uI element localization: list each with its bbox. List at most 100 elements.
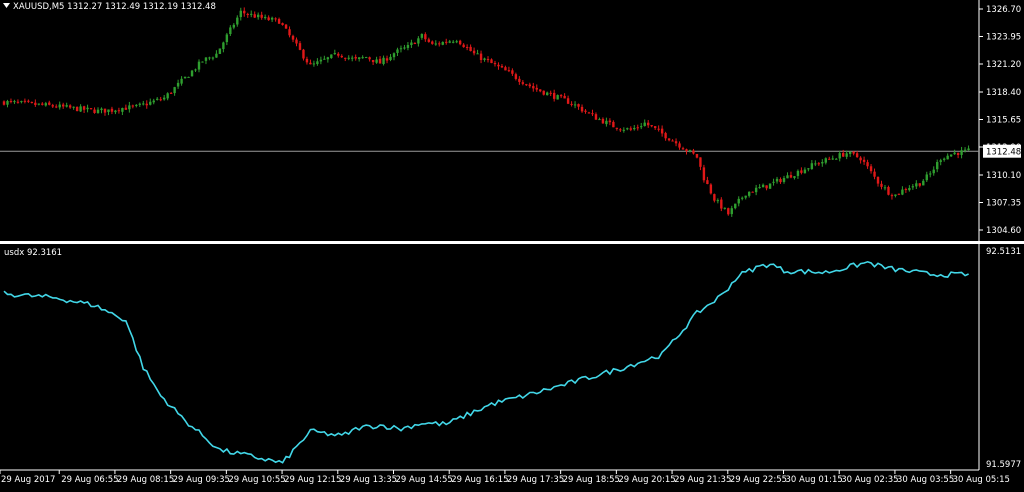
candle-body [688,150,692,152]
candle-body [747,191,751,196]
candle-body [201,61,204,63]
usdx-series-line [3,260,969,464]
candle-body [922,180,925,186]
candle-body [570,103,573,105]
candle-body [720,199,723,209]
candle-body [734,203,737,209]
x-tick-label: 29 Aug 2017 [1,475,55,485]
candle-body [2,101,6,105]
candle-body [789,175,793,178]
candle-body [82,106,86,110]
candle-body [664,133,667,139]
candle-body [646,122,650,126]
candle-body [389,56,392,61]
x-tick-label: 29 Aug 06:55 [61,475,118,485]
candle-body [396,49,399,53]
chart-area: 1326.70 1323.95 1321.20 1318.40 1315.65 1312.… [0,0,1024,485]
candle-body [497,64,500,67]
candle-body [490,59,493,64]
panel-separator[interactable] [0,241,1024,244]
candle-body [552,92,556,99]
candle-body [162,97,166,100]
candle-body [880,183,883,187]
candle-body [800,170,803,173]
candle-body [180,78,183,84]
candle-body [51,105,54,107]
candle-body [281,23,284,25]
candle-body [594,114,598,120]
y-axis: 1326.70 1323.95 1321.20 1318.40 1315.65 1312.… [979,5,1021,470]
candle-body [559,95,563,97]
candle-body [949,154,953,157]
candle-body [817,163,821,165]
candle-body [243,10,246,14]
candle-body [305,58,309,63]
candle-body [239,10,242,18]
window-arrow-icon[interactable] [3,3,10,8]
candle-body [378,58,382,64]
candle-body [765,185,768,189]
candle-body [807,168,810,170]
candle-body [229,27,232,35]
candle-body [375,59,378,63]
candle-body [169,92,173,94]
candle-body [650,125,653,127]
candle-body [368,57,371,60]
candle-body [932,169,935,174]
candle-body [775,178,779,182]
candle-body [908,188,911,191]
candle-body [883,187,887,189]
candle-body [956,152,960,155]
candle-body [939,160,942,162]
candle-body [911,186,915,188]
candle-body [577,104,580,107]
candle-body [622,129,626,131]
candle-body [274,18,277,20]
candle-body [427,39,431,42]
current-price-label: 1312.48 [986,148,1021,158]
candle-body [288,29,291,36]
candle-body [107,109,110,112]
candle-body [936,162,939,170]
x-tick-label: 29 Aug 18:55 [563,475,620,485]
candle-body [392,53,396,58]
candle-body [135,104,138,106]
candle-body [183,76,187,79]
candle-body [803,169,807,174]
candle-body [326,57,330,60]
candle-body [385,58,389,61]
candle-body [723,207,727,209]
candle-body [445,41,448,43]
candle-body [573,104,577,106]
candle-body [521,82,525,84]
candle-body [382,57,385,64]
candle-body [277,18,281,24]
candle-body [145,103,148,106]
candle-body [619,129,622,131]
y-tick-label: 1315.65 [986,116,1021,126]
candle-body [532,86,535,89]
candle-body [121,108,124,112]
candle-body [236,17,239,25]
candle-body [667,138,671,141]
candle-body [855,153,859,158]
candle-body [660,128,664,134]
candle-body [86,107,89,110]
candle-body [27,100,30,102]
candle-body [953,152,956,155]
candle-body [525,84,528,86]
candle-body [730,208,733,215]
candle-body [302,49,305,59]
candle-body [465,46,469,48]
candle-body [260,14,263,18]
candle-body [41,103,44,105]
candle-body [741,197,744,199]
candle-body [225,34,229,43]
candle-body [841,152,845,157]
candle-body [598,119,601,121]
candle-body [915,183,918,187]
candle-body [434,43,437,45]
candle-body [626,128,629,130]
candle-body [873,171,876,177]
candle-body [835,158,838,160]
